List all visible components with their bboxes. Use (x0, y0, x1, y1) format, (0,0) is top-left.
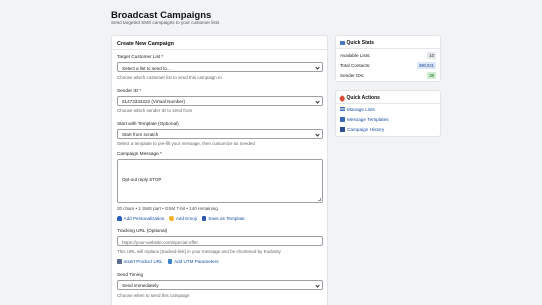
quick-actions-header: Quick Actions (339, 94, 380, 102)
tracking-actions: Insert Product URL Add UTM Parameters (117, 259, 219, 264)
quick-stats-header: Quick Stats (340, 40, 374, 46)
sender-id-label: Sender ID * (117, 88, 142, 93)
chevron-down-icon (315, 98, 320, 104)
send-timing-value: Send immediately (122, 283, 159, 288)
message-text: Opt-out reply STOP (122, 177, 162, 182)
save-template-button[interactable]: Save as Template (201, 216, 245, 221)
stat-total-contacts: Total Contacts: 390,021 (340, 62, 436, 69)
stat-badge: 10 (427, 52, 436, 59)
list-icon (340, 107, 345, 112)
target-list-value: Select a list to send to... (122, 65, 171, 71)
page-subtitle: Send targeted SMS campaigns to your cust… (111, 20, 220, 25)
send-timing-label: Send Timing (117, 272, 144, 277)
add-utm-button[interactable]: Add UTM Parameters (167, 259, 219, 264)
create-campaign-card: Create New Campaign Target Customer List… (111, 35, 328, 305)
rocket-icon (339, 94, 346, 102)
tracking-url-label: Tracking URL (Optional) (117, 228, 168, 233)
manage-lists-link[interactable]: Manage Lists (340, 107, 375, 112)
emoji-icon (169, 216, 174, 221)
send-timing-select[interactable]: Send immediately (117, 279, 323, 290)
add-emoji-button[interactable]: Add Emoji (169, 216, 197, 221)
add-emoji-label: Add Emoji (175, 216, 197, 221)
add-utm-label: Add UTM Parameters (174, 259, 219, 264)
stat-label: Sender IDs: (340, 72, 365, 78)
quick-stats-title: Quick Stats (346, 40, 375, 46)
divider (336, 103, 440, 104)
link-icon (117, 259, 122, 264)
quick-stats-card: Quick Stats Available Lists: 10 Total Co… (335, 35, 441, 82)
quick-actions-card: Quick Actions Manage Lists Message Templ… (335, 90, 441, 137)
resize-handle[interactable] (318, 198, 321, 201)
manage-lists-label: Manage Lists (347, 107, 375, 112)
add-personalization-label: Add Personalization (123, 216, 165, 221)
form-title: Create New Campaign (117, 41, 174, 47)
history-icon (340, 127, 345, 132)
person-icon (117, 216, 122, 221)
chart-icon (340, 40, 345, 46)
message-templates-link[interactable]: Message Templates (340, 117, 389, 122)
template-icon (340, 117, 345, 122)
stat-label: Available Lists: (340, 52, 371, 58)
campaign-history-link[interactable]: Campaign History (340, 127, 384, 132)
chevron-down-icon (315, 65, 320, 70)
chart-icon (167, 259, 173, 264)
message-actions: Add Personalization Add Emoji Save as Te… (117, 216, 245, 221)
campaign-history-label: Campaign History (347, 127, 385, 132)
tracking-url-help: This URL will replace [tracked-link] in … (117, 249, 281, 254)
message-counter: 20 chars • 1 SMS part • GSM 7-bit • 140 … (117, 206, 218, 211)
quick-actions-title: Quick Actions (346, 95, 380, 101)
target-list-help: Choose which customer list to send this … (117, 74, 222, 80)
divider (336, 48, 440, 49)
tracking-url-input[interactable]: https://your-website.com/special-offer (117, 236, 323, 246)
target-list-label: Target Customer List * (117, 54, 164, 59)
template-value: Start from scratch (122, 132, 159, 137)
stat-badge: 38 (427, 72, 436, 79)
send-timing-help: Choose when to send this campaign (117, 292, 190, 298)
message-label: Campaign Message * (117, 151, 162, 156)
sender-id-help: Choose which sender ID to send from (117, 108, 193, 113)
template-select[interactable]: Start from scratch (117, 128, 323, 139)
chevron-down-icon (315, 131, 320, 137)
template-help: Select a template to pre-fill your messa… (117, 141, 255, 146)
stat-label: Total Contacts: (340, 62, 371, 68)
chevron-down-icon (315, 282, 320, 288)
stat-badge: 390,021 (416, 62, 436, 69)
add-personalization-button[interactable]: Add Personalization (117, 216, 164, 221)
save-icon (201, 216, 207, 221)
sender-id-select[interactable]: 61473333222 (Virtual Number) (117, 95, 323, 106)
insert-product-url-button[interactable]: Insert Product URL (117, 259, 163, 264)
target-list-select[interactable]: Select a list to send to... (117, 62, 323, 72)
divider (112, 49, 327, 50)
save-template-label: Save as Template (208, 216, 245, 221)
message-textarea[interactable]: Opt-out reply STOP (117, 159, 323, 203)
message-templates-label: Message Templates (347, 117, 389, 122)
template-label: Start with Template (Optional) (117, 121, 179, 126)
sender-id-value: 61473333222 (Virtual Number) (122, 99, 185, 104)
tracking-url-placeholder: https://your-website.com/special-offer (122, 239, 198, 245)
stat-sender-ids: Sender IDs: 38 (340, 72, 436, 79)
insert-product-url-label: Insert Product URL (123, 259, 163, 264)
stat-available-lists: Available Lists: 10 (340, 52, 436, 59)
